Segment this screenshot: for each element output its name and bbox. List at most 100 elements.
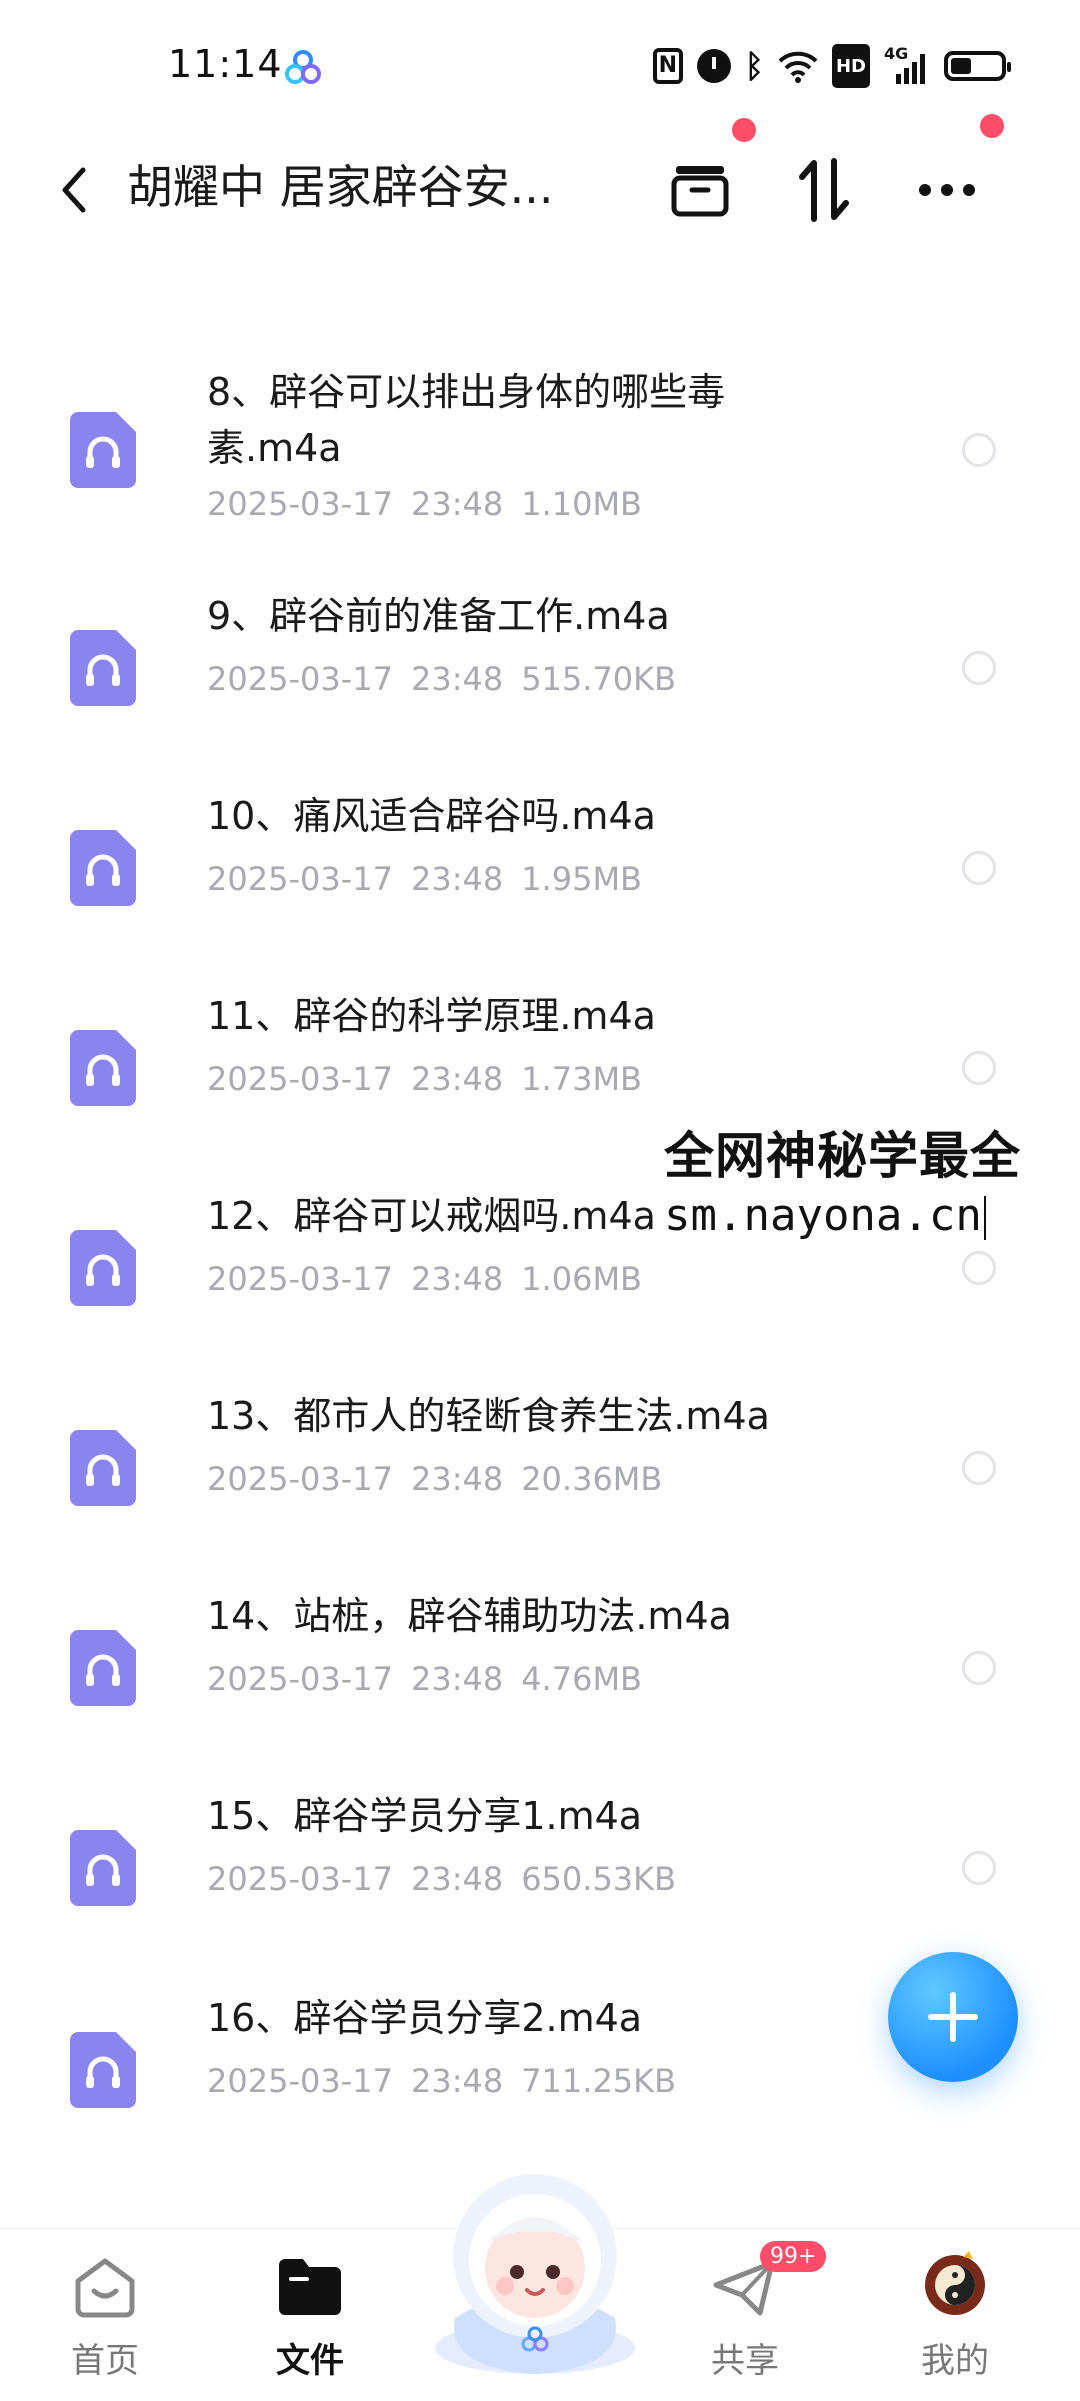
chevron-left-icon: [62, 167, 86, 213]
file-name: 14、站桩，辟谷辅助功法.m4a: [207, 1594, 732, 1638]
file-size: 1.06MB: [521, 1260, 642, 1298]
file-date: 2025-03-17: [207, 485, 393, 523]
file-meta: 2025-03-17 23:48 1.95MB: [207, 860, 660, 898]
more-dots-icon: [919, 184, 975, 196]
audio-file-icon: [70, 2032, 136, 2108]
file-row[interactable]: 15、辟谷学员分享1.m4a 2025-03-17 23:48 650.53KB: [0, 1770, 1080, 1970]
file-size: 1.73MB: [521, 1060, 642, 1098]
nav-label: 共享: [711, 2341, 779, 2381]
nav-home[interactable]: 首页: [20, 2229, 190, 2401]
mascot-assistant-button[interactable]: [425, 2148, 645, 2378]
header: 胡耀中 居家辟谷安...: [0, 114, 1080, 250]
audio-file-icon: [70, 830, 136, 906]
file-size: 515.70KB: [521, 660, 677, 698]
signal-4g-icon: 4G: [884, 44, 930, 84]
select-radio[interactable]: [962, 1651, 996, 1685]
audio-file-icon: [70, 1830, 136, 1906]
nfc-icon: N: [652, 48, 683, 84]
bluetooth-icon: ᛒ: [744, 47, 764, 85]
select-radio[interactable]: [962, 1851, 996, 1885]
file-meta: 2025-03-17 23:48 1.10MB: [207, 485, 660, 523]
select-radio[interactable]: [962, 433, 996, 467]
page-title: 胡耀中 居家辟谷安...: [127, 160, 554, 214]
watermark-text: 全网神秘学最全: [664, 1127, 1021, 1185]
file-date: 2025-03-17: [207, 1860, 393, 1898]
archive-button[interactable]: [658, 148, 742, 232]
file-time: 23:48: [410, 1860, 504, 1898]
file-meta: 2025-03-17 23:48 1.73MB: [207, 1060, 660, 1098]
file-size: 20.36MB: [521, 1460, 663, 1498]
nav-share[interactable]: 99+ 共享: [660, 2229, 830, 2401]
file-size: 1.10MB: [521, 485, 642, 523]
hd-icon: HD: [831, 44, 870, 88]
status-time: 11:14: [168, 42, 283, 86]
back-button[interactable]: [44, 150, 104, 230]
nav-label: 我的: [921, 2341, 989, 2381]
file-name: 9、辟谷前的准备工作.m4a: [207, 594, 670, 638]
select-radio[interactable]: [962, 651, 996, 685]
file-time: 23:48: [410, 485, 504, 523]
file-date: 2025-03-17: [207, 660, 393, 698]
nav-profile[interactable]: 我的: [870, 2229, 1040, 2401]
archive-icon: [671, 166, 729, 217]
file-meta: 2025-03-17 23:48 515.70KB: [207, 660, 694, 698]
notification-dot: [732, 118, 756, 142]
status-bar: 11:14 N ᛒ HD 4G: [0, 0, 1080, 130]
plus-icon: [928, 1992, 978, 2042]
file-name: 11、辟谷的科学原理.m4a: [207, 994, 656, 1038]
wifi-icon: [778, 51, 818, 83]
file-meta: 2025-03-17 23:48 650.53KB: [207, 1860, 694, 1898]
file-date: 2025-03-17: [207, 1260, 393, 1298]
file-date: 2025-03-17: [207, 1660, 393, 1698]
file-meta: 2025-03-17 23:48 20.36MB: [207, 1460, 680, 1498]
notification-badge: 99+: [760, 2241, 827, 2272]
watermark-url: sm.nayona.cn: [664, 1190, 986, 1241]
select-radio[interactable]: [962, 1051, 996, 1085]
file-time: 23:48: [410, 860, 504, 898]
watermark-url-text: sm.nayona.cn: [664, 1190, 982, 1241]
folder-icon: [279, 2259, 341, 2315]
file-time: 23:48: [410, 1260, 504, 1298]
transfer-button[interactable]: [782, 148, 866, 232]
file-size: 711.25KB: [521, 2062, 677, 2100]
more-button[interactable]: [905, 148, 989, 232]
file-row[interactable]: 9、辟谷前的准备工作.m4a 2025-03-17 23:48 515.70KB: [0, 570, 1080, 770]
add-button[interactable]: [888, 1952, 1018, 2082]
file-date: 2025-03-17: [207, 1460, 393, 1498]
audio-file-icon: [70, 1030, 136, 1106]
select-radio[interactable]: [962, 1451, 996, 1485]
file-size: 1.95MB: [521, 860, 642, 898]
file-date: 2025-03-17: [207, 2062, 393, 2100]
file-row[interactable]: 13、都市人的轻断食养生法.m4a 2025-03-17 23:48 20.36MB: [0, 1370, 1080, 1570]
file-name: 15、辟谷学员分享1.m4a: [207, 1794, 643, 1838]
file-meta: 2025-03-17 23:48 1.06MB: [207, 1260, 660, 1298]
nav-label: 文件: [276, 2341, 344, 2381]
watermark-overlay: 全网神秘学最全 sm.nayona.cn: [658, 1108, 1080, 1248]
audio-file-icon: [70, 1630, 136, 1706]
file-name: 13、都市人的轻断食养生法.m4a: [207, 1394, 770, 1438]
select-radio[interactable]: [962, 1251, 996, 1285]
file-name: 10、痛风适合辟谷吗.m4a: [207, 794, 656, 838]
select-radio[interactable]: [962, 851, 996, 885]
file-name: 16、辟谷学员分享2.m4a: [207, 1996, 643, 2040]
baidu-netdisk-icon: [285, 50, 321, 84]
file-row[interactable]: 8、辟谷可以排出身体的哪些毒素.m4a 2025-03-17 23:48 1.10M…: [0, 330, 1080, 560]
file-date: 2025-03-17: [207, 1060, 393, 1098]
file-row[interactable]: 14、站桩，辟谷辅助功法.m4a 2025-03-17 23:48 4.76MB: [0, 1570, 1080, 1770]
file-size: 650.53KB: [521, 1860, 677, 1898]
file-row[interactable]: 10、痛风适合辟谷吗.m4a 2025-03-17 23:48 1.95MB: [0, 770, 1080, 970]
nav-label: 首页: [71, 2341, 139, 2381]
file-name: 8、辟谷可以排出身体的哪些毒素.m4a: [207, 370, 726, 470]
file-time: 23:48: [410, 1660, 504, 1698]
audio-file-icon: [70, 1430, 136, 1506]
file-time: 23:48: [410, 1460, 504, 1498]
battery-icon: [944, 51, 1011, 81]
text-cursor: [983, 1196, 986, 1240]
transfer-arrows-icon: [799, 158, 849, 222]
file-meta: 2025-03-17 23:48 711.25KB: [207, 2062, 694, 2100]
file-meta: 2025-03-17 23:48 4.76MB: [207, 1660, 660, 1698]
file-time: 23:48: [410, 660, 504, 698]
avatar: [925, 2251, 985, 2315]
nav-files[interactable]: 文件: [225, 2229, 395, 2401]
file-time: 23:48: [410, 2062, 504, 2100]
